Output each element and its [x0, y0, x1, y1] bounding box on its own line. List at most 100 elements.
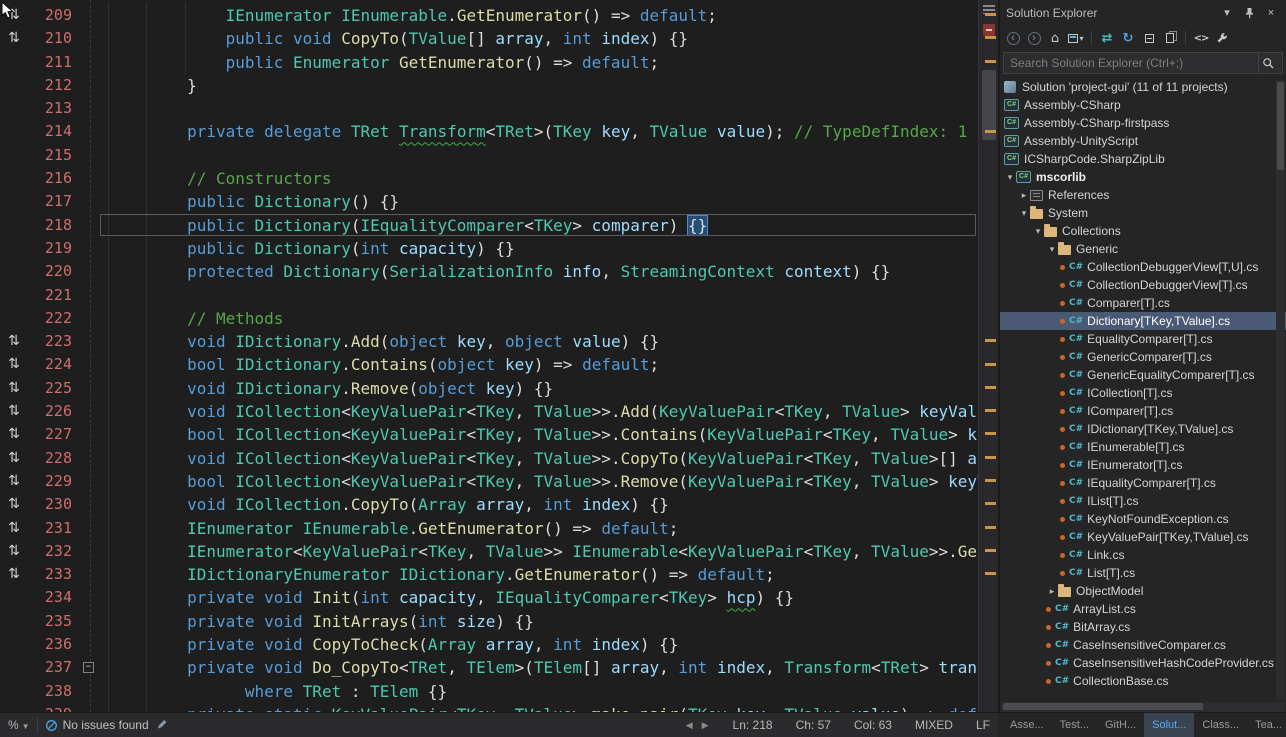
code-line[interactable]: ⇅229 bool ICollection<KeyValuePair<TKey,…: [0, 470, 978, 493]
cursor-column-indicator[interactable]: Col: 63: [854, 718, 892, 732]
code-editor[interactable]: ⇅209 IEnumerator IEnumerable.GetEnumerat…: [0, 0, 998, 712]
pin-icon[interactable]: [1240, 5, 1258, 21]
switch-views-icon[interactable]: ▾: [1067, 29, 1085, 47]
tree-item-references[interactable]: ▸References: [1000, 186, 1286, 204]
pages-icon[interactable]: [1161, 29, 1179, 47]
panel-title-bar[interactable]: Solution Explorer ▾ ×: [1000, 0, 1286, 25]
tool-tab-gith[interactable]: GitH...: [1097, 713, 1144, 737]
collapse-all-icon[interactable]: [1140, 29, 1158, 47]
search-icon[interactable]: [1258, 53, 1278, 73]
tree-item-mscorlib[interactable]: ▾C#mscorlib: [1000, 168, 1286, 186]
code-line[interactable]: ⇅209 IEnumerator IEnumerable.GetEnumerat…: [0, 4, 978, 27]
code-line[interactable]: 216 // Constructors: [0, 167, 978, 190]
code-line[interactable]: 238 where TRet : TElem {}: [0, 680, 978, 703]
tree-item-list-t-cs[interactable]: C#List[T].cs: [1000, 564, 1286, 582]
code-line[interactable]: 222 // Methods: [0, 307, 978, 330]
code-line[interactable]: 215: [0, 144, 978, 167]
home-icon[interactable]: ⌂: [1046, 29, 1064, 47]
tree-horizontal-scrollbar[interactable]: [1001, 702, 1285, 712]
editor-vertical-scrollbar[interactable]: [978, 0, 998, 712]
tool-tab-class[interactable]: Class...: [1194, 713, 1247, 737]
code-line[interactable]: 220 protected Dictionary(SerializationIn…: [0, 260, 978, 283]
collapse-region-button[interactable]: −: [83, 662, 94, 673]
tree-item-dictionary-tkey-tvalue-cs[interactable]: C#Dictionary[TKey,TValue].cs: [1000, 312, 1286, 330]
chevron-expanded-icon[interactable]: ▾: [1032, 226, 1044, 237]
tool-tab-solut[interactable]: Solut...: [1144, 713, 1194, 737]
code-line[interactable]: ⇅232 IEnumerator<KeyValuePair<TKey, TVal…: [0, 540, 978, 563]
tree-item-equalitycomparer-t-cs[interactable]: C#EqualityComparer[T].cs: [1000, 330, 1286, 348]
chevron-expanded-icon[interactable]: ▾: [1046, 244, 1058, 255]
tree-item-system[interactable]: ▾System: [1000, 204, 1286, 222]
search-input[interactable]: Search Solution Explorer (Ctrl+;): [1003, 52, 1283, 74]
issues-indicator[interactable]: No issues found: [45, 718, 149, 732]
forward-icon[interactable]: ›: [1025, 29, 1043, 47]
tree-item-iequalitycomparer-t-cs[interactable]: C#IEqualityComparer[T].cs: [1000, 474, 1286, 492]
tree-item-keyvaluepair-tkey-tvalue-cs[interactable]: C#KeyValuePair[TKey,TValue].cs: [1000, 528, 1286, 546]
code-line[interactable]: 218 public Dictionary(IEqualityComparer<…: [0, 214, 978, 237]
code-line[interactable]: ⇅233 IDictionaryEnumerator IDictionary.G…: [0, 563, 978, 586]
back-icon[interactable]: ‹: [1004, 29, 1022, 47]
tree-item-collectionbase-cs[interactable]: C#CollectionBase.cs: [1000, 672, 1286, 690]
eol-indicator[interactable]: LF: [976, 718, 990, 732]
tree-item-genericcomparer-t-cs[interactable]: C#GenericComparer[T].cs: [1000, 348, 1286, 366]
tool-tab-tea[interactable]: Tea...: [1247, 713, 1286, 737]
tool-tab-asse[interactable]: Asse...: [1002, 713, 1052, 737]
tree-item-idictionary-tkey-tvalue-cs[interactable]: C#IDictionary[TKey,TValue].cs: [1000, 420, 1286, 438]
code-line[interactable]: 221: [0, 284, 978, 307]
tree-vertical-scrollbar[interactable]: [1276, 80, 1285, 700]
code-line[interactable]: ⇅210 public void CopyTo(TValue[] array, …: [0, 27, 978, 50]
cursor-char-indicator[interactable]: Ch: 57: [796, 718, 831, 732]
code-line[interactable]: 213: [0, 97, 978, 120]
code-line[interactable]: ⇅225 void IDictionary.Remove(object key)…: [0, 377, 978, 400]
tree-item-genericequalitycomparer-t-cs[interactable]: C#GenericEqualityComparer[T].cs: [1000, 366, 1286, 384]
code-line[interactable]: 212 }: [0, 74, 978, 97]
code-line[interactable]: ⇅228 void ICollection<KeyValuePair<TKey,…: [0, 447, 978, 470]
code-line[interactable]: 217 public Dictionary() {}: [0, 190, 978, 213]
code-line[interactable]: ⇅224 bool IDictionary.Contains(object ke…: [0, 353, 978, 376]
code-line[interactable]: 219 public Dictionary(int capacity) {}: [0, 237, 978, 260]
tree-item-ienumerator-t-cs[interactable]: C#IEnumerator[T].cs: [1000, 456, 1286, 474]
tree-item-keynotfoundexception-cs[interactable]: C#KeyNotFoundException.cs: [1000, 510, 1286, 528]
scroll-right-icon[interactable]: ▶: [701, 720, 710, 731]
tree-item-assembly-csharp[interactable]: C#Assembly-CSharp: [1000, 96, 1286, 114]
window-position-icon[interactable]: ▾: [1218, 5, 1236, 21]
code-line[interactable]: 214 private delegate TRet Transform<TRet…: [0, 120, 978, 143]
view-code-icon[interactable]: <>: [1192, 29, 1210, 47]
tree-item-solution-project-gui-11-of-11-projects[interactable]: Solution 'project-gui' (11 of 11 project…: [1000, 78, 1286, 96]
chevron-expanded-icon[interactable]: ▾: [1004, 172, 1016, 183]
tree-item-collections[interactable]: ▾Collections: [1000, 222, 1286, 240]
tree-item-bitarray-cs[interactable]: C#BitArray.cs: [1000, 618, 1286, 636]
chevron-collapsed-icon[interactable]: ▸: [1046, 586, 1058, 597]
cursor-line-indicator[interactable]: Ln: 218: [733, 718, 773, 732]
properties-icon[interactable]: [1213, 29, 1231, 47]
close-icon[interactable]: ×: [1262, 5, 1280, 21]
code-line[interactable]: 235 private void InitArrays(int size) {}: [0, 610, 978, 633]
tree-item-collectiondebuggerview-t-cs[interactable]: C#CollectionDebuggerView[T].cs: [1000, 276, 1286, 294]
chevron-expanded-icon[interactable]: ▾: [1018, 208, 1030, 219]
scroll-left-icon[interactable]: ◀: [685, 720, 694, 731]
code-line[interactable]: ⇅230 void ICollection.CopyTo(Array array…: [0, 493, 978, 516]
tool-tab-test[interactable]: Test...: [1052, 713, 1097, 737]
chevron-collapsed-icon[interactable]: ▸: [1018, 190, 1030, 201]
refresh-icon[interactable]: ↻: [1119, 29, 1137, 47]
tree-item-objectmodel[interactable]: ▸ObjectModel: [1000, 582, 1286, 600]
code-line[interactable]: ⇅227 bool ICollection<KeyValuePair<TKey,…: [0, 423, 978, 446]
code-line[interactable]: 234 private void Init(int capacity, IEqu…: [0, 586, 978, 609]
tree-item-ilist-t-cs[interactable]: C#IList[T].cs: [1000, 492, 1286, 510]
code-line[interactable]: 237− private void Do_CopyTo<TRet, TElem>…: [0, 656, 978, 679]
code-line[interactable]: ⇅226 void ICollection<KeyValuePair<TKey,…: [0, 400, 978, 423]
tree-item-ienumerable-t-cs[interactable]: C#IEnumerable[T].cs: [1000, 438, 1286, 456]
tree-item-caseinsensitivehashcodeprovider-cs[interactable]: C#CaseInsensitiveHashCodeProvider.cs: [1000, 654, 1286, 672]
tree-item-arraylist-cs[interactable]: C#ArrayList.cs: [1000, 600, 1286, 618]
code-line[interactable]: ⇅223 void IDictionary.Add(object key, ob…: [0, 330, 978, 353]
tree-item-link-cs[interactable]: C#Link.cs: [1000, 546, 1286, 564]
tree-item-comparer-t-cs[interactable]: C#Comparer[T].cs: [1000, 294, 1286, 312]
tree-item-icollection-t-cs[interactable]: C#ICollection[T].cs: [1000, 384, 1286, 402]
code-line[interactable]: 211 public Enumerator GetEnumerator() =>…: [0, 51, 978, 74]
tree-item-assembly-unityscript[interactable]: C#Assembly-UnityScript: [1000, 132, 1286, 150]
tree-item-assembly-csharp-firstpass[interactable]: C#Assembly-CSharp-firstpass: [1000, 114, 1286, 132]
line-ending-indicator[interactable]: MIXED: [915, 718, 953, 732]
tree-item-icomparer-t-cs[interactable]: C#IComparer[T].cs: [1000, 402, 1286, 420]
code-line[interactable]: ⇅231 IEnumerator IEnumerable.GetEnumerat…: [0, 517, 978, 540]
zoom-control[interactable]: %▼: [8, 718, 30, 732]
